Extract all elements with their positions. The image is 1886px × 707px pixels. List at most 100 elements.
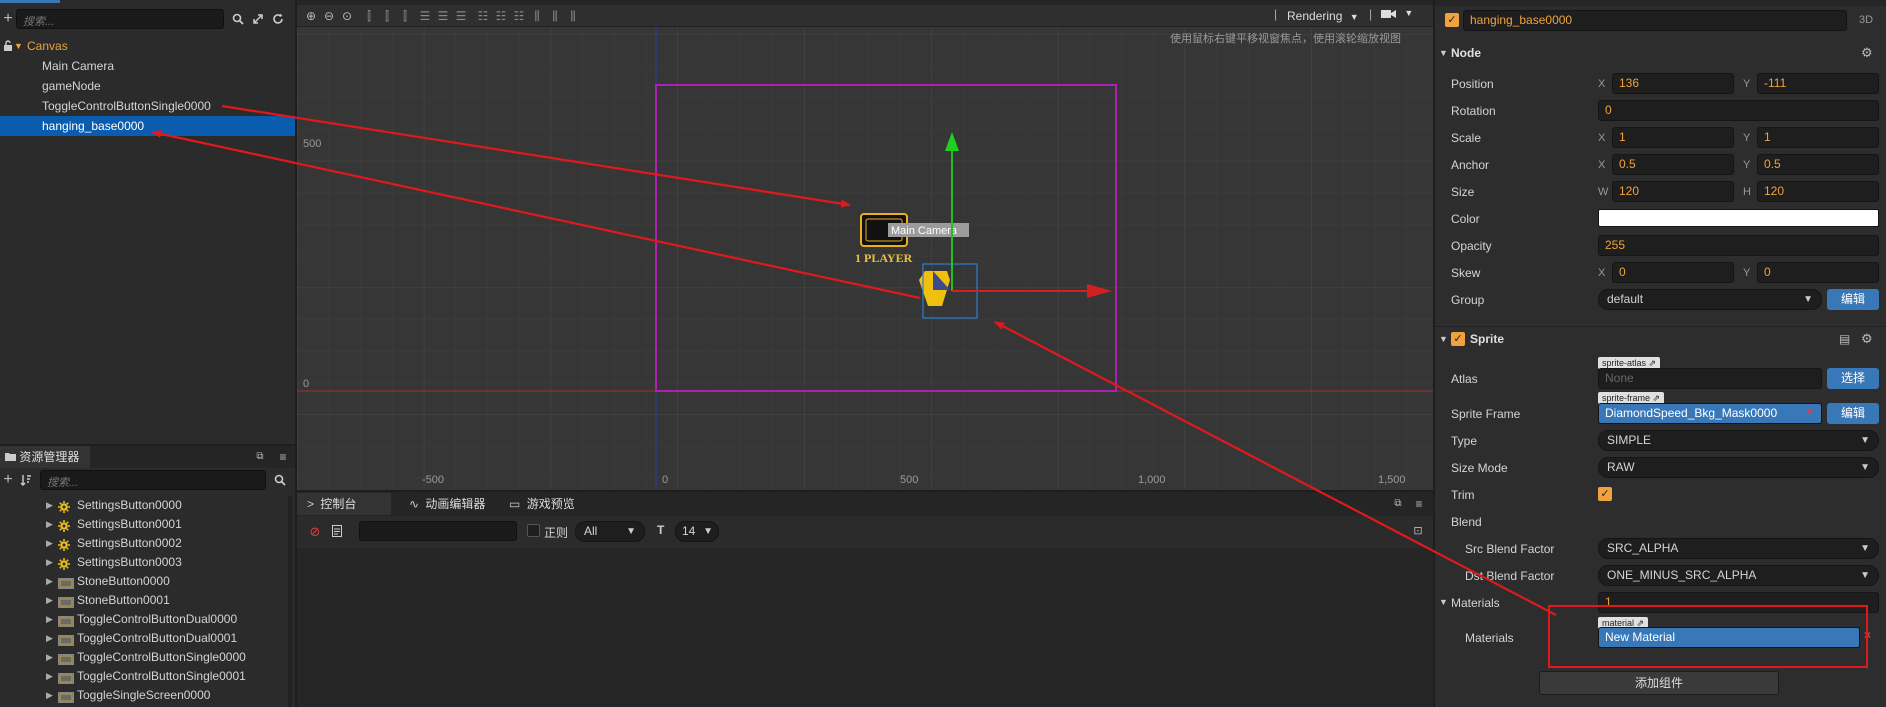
gear-icon[interactable]: ⚙ bbox=[1861, 41, 1873, 65]
expand-arrow-icon[interactable]: ▶ bbox=[46, 629, 53, 648]
distribute-middle-icon[interactable]: ☷ bbox=[493, 8, 509, 24]
materials-count-input[interactable]: 1 bbox=[1598, 592, 1879, 613]
zoom-reset-icon[interactable]: ⊙ bbox=[339, 8, 355, 24]
search-icon[interactable] bbox=[272, 472, 288, 488]
size-mode-select[interactable]: RAW ▼ bbox=[1598, 457, 1879, 478]
size-h-input[interactable]: 120 bbox=[1757, 181, 1879, 202]
scene-viewport[interactable]: 使用鼠标右键平移视窗焦点，使用滚轮缩放视图 500 0 -500 0 500 1… bbox=[297, 28, 1433, 490]
sort-icon[interactable] bbox=[18, 472, 34, 488]
log-level-select[interactable]: All ▼ bbox=[575, 521, 645, 542]
src-blend-select[interactable]: SRC_ALPHA ▼ bbox=[1598, 538, 1879, 559]
align-center-icon[interactable]: ☰ bbox=[435, 8, 451, 24]
asset-item[interactable]: ▶ SettingsButton0003 bbox=[0, 553, 290, 572]
expand-arrow-icon[interactable]: ▶ bbox=[46, 610, 53, 629]
asset-item[interactable]: ▶ ToggleControlButtonSingle0000 bbox=[0, 648, 290, 667]
distribute-right-icon[interactable]: ⫼ bbox=[565, 8, 581, 24]
group-select[interactable]: default ▼ bbox=[1598, 289, 1822, 310]
clear-material-icon[interactable]: × bbox=[1864, 628, 1871, 642]
asset-item[interactable]: ▶ ToggleControlButtonDual0001 bbox=[0, 629, 290, 648]
tab-console[interactable]: > 控制台 bbox=[297, 493, 391, 515]
trim-checkbox[interactable]: ✓ bbox=[1598, 487, 1612, 501]
menu-icon[interactable]: ≡ bbox=[275, 449, 291, 465]
asset-item[interactable]: ▶ SettingsButton0000 bbox=[0, 496, 290, 515]
rotation-input[interactable]: 0 bbox=[1598, 100, 1879, 121]
font-size-select[interactable]: 14 ▼ bbox=[675, 521, 719, 542]
expand-arrow-icon[interactable]: ▶ bbox=[46, 667, 53, 686]
sprite-frame-field[interactable]: DiamondSpeed_Bkg_Mask0000 bbox=[1598, 403, 1822, 424]
asset-item[interactable]: ▶ StoneButton0000 bbox=[0, 572, 290, 591]
rendering-dropdown[interactable]: Rendering ▼ bbox=[1287, 7, 1359, 25]
align-left-icon[interactable]: ☰ bbox=[417, 8, 433, 24]
scale-y-input[interactable]: 1 bbox=[1757, 127, 1879, 148]
asset-item[interactable]: ▶ SettingsButton0001 bbox=[0, 515, 290, 534]
assets-scrollbar[interactable] bbox=[288, 496, 292, 707]
add-icon[interactable]: + bbox=[0, 11, 16, 27]
clear-icon[interactable]: ⊘ bbox=[307, 523, 323, 539]
expand-arrow-icon[interactable]: ▶ bbox=[46, 515, 53, 534]
console-output[interactable] bbox=[297, 548, 1433, 707]
asset-item[interactable]: ▶ StoneButton0001 bbox=[0, 591, 290, 610]
popout-icon[interactable]: ⧉ bbox=[252, 449, 268, 465]
node-section-header[interactable]: ▼ Node ⚙ bbox=[1435, 41, 1886, 65]
collapse-arrow-icon[interactable]: ▼ bbox=[14, 36, 23, 56]
camera-dropdown[interactable]: ▼ bbox=[1381, 8, 1413, 26]
size-w-input[interactable]: 120 bbox=[1612, 181, 1734, 202]
search-icon[interactable] bbox=[230, 11, 246, 27]
expand-arrow-icon[interactable]: ▶ bbox=[46, 686, 53, 705]
anchor-y-input[interactable]: 0.5 bbox=[1757, 154, 1879, 175]
tree-item-canvas[interactable]: ▼ Canvas bbox=[0, 36, 295, 56]
clear-sprite-frame-icon[interactable]: × bbox=[1806, 404, 1813, 418]
tab-game-preview[interactable]: ▭ 游戏预览 bbox=[501, 493, 583, 515]
asset-item[interactable]: ▶ ToggleControlButtonDual0000 bbox=[0, 610, 290, 629]
distribute-left-icon[interactable]: ⫼ bbox=[529, 8, 545, 24]
expand-arrow-icon[interactable]: ▶ bbox=[46, 648, 53, 667]
asset-item[interactable]: ▶ SettingsButton0002 bbox=[0, 534, 290, 553]
select-atlas-button[interactable]: 选择 bbox=[1827, 368, 1879, 389]
opacity-input[interactable]: 255 bbox=[1598, 235, 1879, 256]
gear-icon[interactable]: ⚙ bbox=[1861, 327, 1873, 351]
scale-x-input[interactable]: 1 bbox=[1612, 127, 1734, 148]
zoom-out-icon[interactable]: ⊖ bbox=[321, 8, 337, 24]
node-name-input[interactable]: hanging_base0000 bbox=[1463, 10, 1847, 31]
asset-item[interactable]: ▶ ToggleSingleScreen0000 bbox=[0, 686, 290, 705]
skew-y-input[interactable]: 0 bbox=[1757, 262, 1879, 283]
anchor-x-input[interactable]: 0.5 bbox=[1612, 154, 1734, 175]
type-select[interactable]: SIMPLE ▼ bbox=[1598, 430, 1879, 451]
asset-item[interactable]: ▶ ToggleControlButtonSingle0001 bbox=[0, 667, 290, 686]
align-right-icon[interactable]: ☰ bbox=[453, 8, 469, 24]
material-field[interactable]: New Material bbox=[1598, 627, 1860, 648]
tree-item-gamenode[interactable]: gameNode bbox=[0, 76, 295, 96]
position-y-input[interactable]: -111 bbox=[1757, 73, 1879, 94]
expand-icon[interactable] bbox=[250, 11, 266, 27]
distribute-bottom-icon[interactable]: ☷ bbox=[511, 8, 527, 24]
toggle-control-button-sprite[interactable]: 1 PLAYER bbox=[855, 213, 913, 265]
tree-item-hanging-base[interactable]: hanging_base0000 bbox=[0, 116, 295, 136]
zoom-in-icon[interactable]: ⊕ bbox=[303, 8, 319, 24]
align-middle-icon[interactable]: ⫿ bbox=[379, 8, 395, 24]
skew-x-input[interactable]: 0 bbox=[1612, 262, 1734, 283]
collapse-arrow-icon[interactable]: ▼ bbox=[1439, 597, 1448, 607]
node-active-checkbox[interactable]: ✓ bbox=[1445, 13, 1459, 27]
tab-assets[interactable]: 资源管理器 bbox=[0, 446, 90, 468]
atlas-field[interactable]: None bbox=[1598, 368, 1822, 389]
tab-animation-editor[interactable]: ∿ 动画编辑器 bbox=[401, 493, 493, 515]
console-filter-input[interactable] bbox=[359, 521, 517, 541]
position-x-input[interactable]: 136 bbox=[1612, 73, 1734, 94]
scene-panel[interactable]: ⊕ ⊖ ⊙ ⫿ ⫿ ⫿ ☰ ☰ ☰ ☷ ☷ ☷ ⫼ ⫼ ⫼ | Renderin… bbox=[297, 0, 1433, 490]
expand-arrow-icon[interactable]: ▶ bbox=[46, 534, 53, 553]
tree-item-toggle-control-button[interactable]: ToggleControlButtonSingle0000 bbox=[0, 96, 295, 116]
sprite-section-header[interactable]: ▼ ✓ Sprite ▤ ⚙ bbox=[1435, 327, 1886, 351]
distribute-center-icon[interactable]: ⫼ bbox=[547, 8, 563, 24]
collapse-icon[interactable]: ⊡ bbox=[1410, 523, 1426, 539]
align-top-icon[interactable]: ⫿ bbox=[361, 8, 377, 24]
tree-item-main-camera[interactable]: Main Camera bbox=[0, 56, 295, 76]
dim-toggle[interactable]: 3D bbox=[1859, 14, 1873, 26]
expand-arrow-icon[interactable]: ▶ bbox=[46, 591, 53, 610]
edit-group-button[interactable]: 编辑 bbox=[1827, 289, 1879, 310]
refresh-icon[interactable] bbox=[270, 11, 286, 27]
open-log-icon[interactable] bbox=[329, 523, 345, 539]
align-bottom-icon[interactable]: ⫿ bbox=[397, 8, 413, 24]
regex-checkbox[interactable] bbox=[527, 524, 540, 537]
popout-icon[interactable]: ⧉ bbox=[1390, 496, 1406, 512]
menu-icon[interactable]: ≡ bbox=[1411, 496, 1427, 512]
